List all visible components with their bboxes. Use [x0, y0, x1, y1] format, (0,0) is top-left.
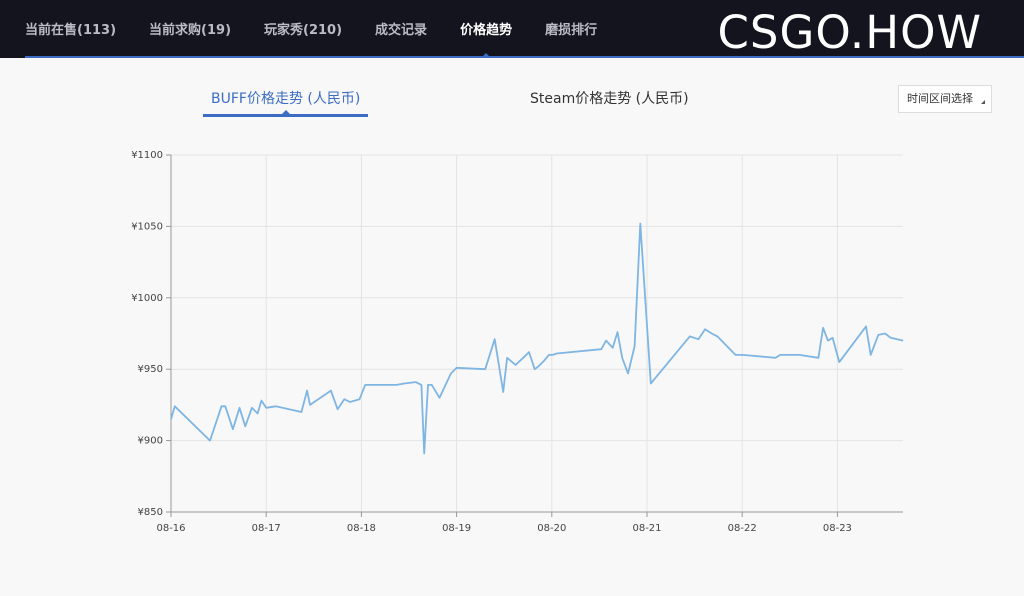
x-tick-label: 08-19 [442, 523, 471, 534]
price-line [170, 222, 904, 455]
y-tick-label: ¥1050 [131, 221, 163, 232]
x-tick-label: 08-17 [252, 523, 281, 534]
x-tick-label: 08-22 [728, 523, 757, 534]
y-axis: ¥850 ¥900 ¥950 ¥1000 ¥1050 ¥1100 [131, 150, 172, 518]
x-axis: 08-16 08-17 08-18 08-19 08-20 08-21 08-22 08-23 [156, 511, 903, 534]
price-trend-chart: ¥850¥900¥950¥1000¥1050¥1100 08-16 08-17 08… [131, 150, 904, 534]
chart-series [170, 222, 904, 455]
y-tick-label: ¥850 [138, 507, 163, 518]
x-tick-label: 08-16 [156, 523, 185, 534]
y-tick-label: ¥1000 [131, 293, 163, 304]
x-tick-label: 08-20 [537, 523, 566, 534]
chart-grid [170, 154, 903, 513]
x-tick-label: 08-23 [823, 523, 852, 534]
y-tick-label: ¥950 [138, 364, 163, 375]
y-tick-label: ¥1100 [131, 150, 163, 161]
y-tick-label: ¥900 [138, 436, 163, 447]
x-tick-label: 08-18 [347, 523, 376, 534]
x-tick-label: 08-21 [632, 523, 661, 534]
